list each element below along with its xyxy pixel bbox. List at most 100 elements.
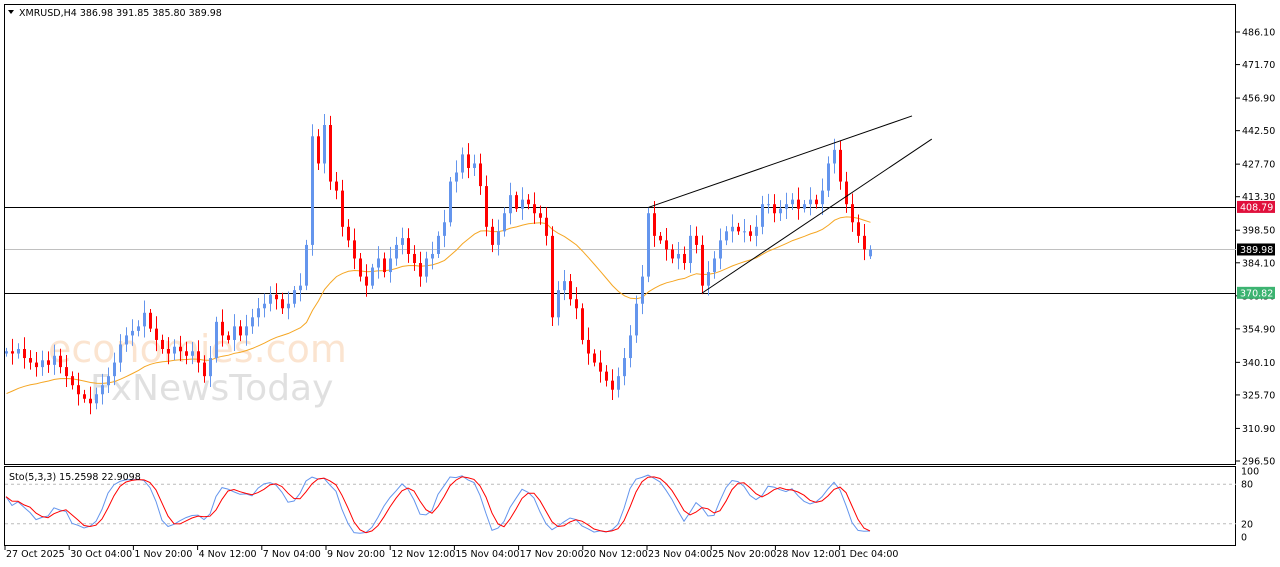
candle-body: [659, 235, 662, 241]
stochastic-axis-label: 0: [1241, 533, 1247, 544]
candle: [305, 239, 308, 291]
candle-body: [275, 294, 278, 300]
candle-body: [863, 235, 866, 250]
candle-body: [491, 226, 494, 245]
candle-body: [317, 136, 320, 164]
candle-body: [605, 371, 608, 381]
stochastic-axis-label: 20: [1241, 519, 1253, 530]
candle-body: [335, 181, 338, 191]
candle-body: [293, 290, 296, 304]
candle-body: [371, 267, 374, 286]
candle-body: [857, 222, 860, 236]
candle-body: [779, 208, 782, 214]
chart-header: XMRUSD,H4 386.98 391.85 385.80 389.98: [19, 8, 222, 19]
candle-body: [143, 312, 146, 327]
candle-body: [419, 263, 422, 277]
candle-body: [407, 238, 410, 254]
candle-body: [101, 385, 104, 395]
candle-body: [197, 351, 200, 363]
candle-body: [239, 326, 242, 336]
candle-body: [827, 163, 830, 191]
candle: [311, 124, 314, 256]
y-tick-label: 427.70: [1242, 160, 1275, 171]
candle-body: [737, 226, 740, 232]
candle-body: [425, 258, 428, 277]
candle-body: [59, 355, 62, 368]
candle-body: [767, 204, 770, 206]
candle-body: [869, 249, 872, 257]
candle-body: [773, 204, 776, 214]
candle-body: [587, 339, 590, 354]
candle-body: [791, 199, 794, 205]
candle-body: [677, 253, 680, 259]
candle-body: [557, 290, 560, 318]
candle-body: [299, 285, 302, 291]
candle-body: [563, 281, 566, 291]
candle-body: [689, 235, 692, 264]
candle-body: [797, 199, 800, 209]
x-tick-label: 25 Nov 20:00: [712, 549, 776, 560]
candle-body: [653, 213, 656, 236]
candle-body: [263, 303, 266, 309]
stochastic-axis-label: 100: [1241, 467, 1259, 478]
candle-body: [569, 281, 572, 300]
candle-body: [413, 253, 416, 264]
candle-body: [545, 217, 548, 236]
candle-body: [77, 385, 80, 395]
candle-body: [29, 358, 32, 363]
candle-body: [65, 367, 68, 377]
candle-body: [851, 204, 854, 223]
candle-body: [113, 362, 116, 377]
y-tick-label: 442.50: [1242, 126, 1275, 137]
candle-body: [329, 124, 332, 182]
candle-body: [305, 244, 308, 286]
candle-body: [497, 231, 500, 245]
candle: [647, 207, 650, 283]
candle: [551, 226, 554, 326]
candle-body: [593, 353, 596, 363]
candle-body: [713, 258, 716, 273]
candle-body: [449, 181, 452, 223]
price-level-label: 389.98: [1240, 245, 1273, 256]
candle-body: [839, 149, 842, 182]
x-tick-label: 20 Nov 12:00: [584, 549, 648, 560]
candle-body: [251, 317, 254, 327]
candle-body: [527, 199, 530, 205]
y-tick-label: 486.10: [1242, 28, 1275, 39]
candle-body: [437, 235, 440, 254]
candle-body: [509, 195, 512, 214]
candle: [449, 176, 452, 227]
candle-body: [443, 222, 446, 236]
candle-body: [311, 136, 314, 245]
candle-body: [845, 181, 848, 205]
candle-body: [833, 149, 836, 164]
candle-body: [599, 362, 602, 372]
trading-chart[interactable]: economies.com FxNewsToday 486.10 471.70 45…: [0, 0, 1280, 567]
candle-body: [359, 258, 362, 277]
candle-body: [521, 199, 524, 209]
candle-body: [257, 308, 260, 318]
candle-body: [719, 240, 722, 259]
x-tick-label: 27 Oct 2025: [6, 549, 65, 560]
x-tick-label: 15 Nov 04:00: [455, 549, 519, 560]
x-tick-label: 4 Nov 12:00: [199, 549, 257, 560]
candle-body: [707, 272, 710, 286]
chart-background: [0, 0, 1280, 567]
candle-body: [215, 321, 218, 359]
candle-body: [17, 348, 20, 354]
x-tick-label: 12 Nov 12:00: [391, 549, 455, 560]
candle-body: [23, 348, 26, 359]
candle-body: [53, 355, 56, 365]
candle-body: [137, 326, 140, 331]
candle-body: [749, 231, 752, 236]
candle-body: [539, 213, 542, 218]
candle-body: [35, 362, 38, 368]
candle-body: [575, 299, 578, 309]
candle-body: [5, 351, 8, 354]
candle-body: [383, 258, 386, 273]
candle: [329, 115, 332, 190]
x-tick-label: 28 Nov 12:00: [776, 549, 840, 560]
candle-body: [503, 213, 506, 232]
watermark-economies: economies.com: [48, 327, 347, 371]
candle-body: [617, 376, 620, 390]
